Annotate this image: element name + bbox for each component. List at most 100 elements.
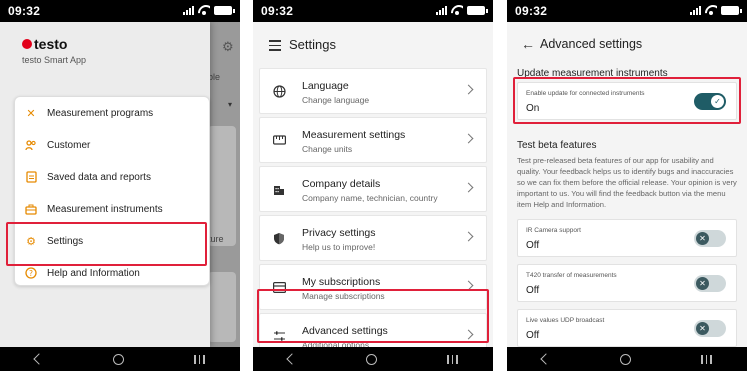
- settings-item-subscriptions[interactable]: My subscriptions Manage subscriptions: [259, 264, 487, 310]
- app-header: ← Advanced settings: [507, 22, 747, 68]
- toggle-label: IR Camera support: [526, 227, 581, 234]
- customer-icon: [25, 139, 37, 151]
- menu-item-label: Saved data and reports: [47, 171, 151, 183]
- settings-item-subtitle: Change language: [302, 95, 370, 105]
- toggle-value: Off: [526, 285, 540, 296]
- arrow-left-icon[interactable]: ←: [521, 36, 535, 52]
- menu-icon[interactable]: [269, 40, 281, 54]
- settings-item-subtitle: Change units: [302, 144, 353, 154]
- close-icon: ✕: [696, 232, 709, 245]
- subscription-icon: [272, 280, 286, 294]
- update-instruments-toggle[interactable]: ✓: [694, 93, 726, 110]
- system-icons: [690, 5, 742, 15]
- udp-broadcast-toggle[interactable]: ✕: [694, 320, 726, 337]
- dropdown-icon: ▾: [228, 100, 233, 109]
- toggle-label: Enable update for connected instruments: [526, 90, 645, 97]
- toolbox-icon: [25, 203, 37, 215]
- page-title: Advanced settings: [540, 37, 643, 51]
- battery-icon: [467, 6, 488, 15]
- signal-icon: [183, 5, 194, 15]
- update-instruments-card: Enable update for connected instruments …: [517, 82, 737, 120]
- back-icon[interactable]: [33, 353, 45, 365]
- phone-screen-settings: 09:32 Settings Language Change language …: [253, 0, 493, 371]
- close-icon: ✕: [696, 277, 709, 290]
- status-time: 09:32: [8, 4, 41, 18]
- background-card: [208, 272, 236, 342]
- menu-item-customer[interactable]: Customer: [15, 129, 209, 161]
- ruler-icon: [272, 133, 286, 147]
- drawer-header: testo testo Smart App: [0, 22, 210, 84]
- home-icon[interactable]: [620, 353, 632, 365]
- close-icon: ✕: [696, 322, 709, 335]
- menu-item-saved-data[interactable]: Saved data and reports: [15, 161, 209, 193]
- navigation-drawer: testo testo Smart App ✕ Measurement prog…: [0, 22, 210, 347]
- gear-icon[interactable]: ⚙: [222, 39, 234, 55]
- status-bar: 09:32: [253, 0, 493, 22]
- chevron-right-icon: [463, 280, 474, 291]
- building-icon: [272, 182, 286, 196]
- menu-item-label: Measurement programs: [47, 107, 154, 119]
- menu-item-help[interactable]: ? Help and Information: [15, 257, 209, 289]
- t420-transfer-toggle[interactable]: ✕: [694, 275, 726, 292]
- beta-feature-card: Live values UDP broadcast Off ✕: [517, 309, 737, 347]
- status-bar: 09:32: [507, 0, 747, 22]
- menu-item-label: Help and Information: [47, 267, 140, 279]
- svg-text:?: ?: [29, 269, 33, 278]
- settings-item-company[interactable]: Company details Company name, technician…: [259, 166, 487, 212]
- battery-icon: [214, 6, 235, 15]
- recents-icon[interactable]: [194, 354, 205, 364]
- drawer-menu: ✕ Measurement programs Customer Saved da…: [14, 96, 210, 286]
- beta-feature-card: IR Camera support Off ✕: [517, 219, 737, 257]
- toggle-value: On: [526, 103, 540, 114]
- settings-item-title: Advanced settings: [302, 325, 388, 337]
- section-title-update: Update measurement instruments: [517, 68, 668, 79]
- settings-item-title: Company details: [302, 178, 381, 190]
- recents-icon[interactable]: [447, 354, 458, 364]
- settings-item-measurement[interactable]: Measurement settings Change units: [259, 117, 487, 163]
- chevron-right-icon: [463, 182, 474, 193]
- phone-screen-advanced-settings: 09:32 ← Advanced settings Update measure…: [507, 0, 747, 371]
- system-icons: [436, 5, 488, 15]
- settings-list: Language Change language Measurement set…: [259, 68, 487, 362]
- settings-item-privacy[interactable]: Privacy settings Help us to improve!: [259, 215, 487, 261]
- ir-camera-toggle[interactable]: ✕: [694, 230, 726, 247]
- toggle-label: T420 transfer of measurements: [526, 272, 617, 279]
- android-nav-bar: [253, 347, 493, 371]
- toggle-value: Off: [526, 240, 540, 251]
- back-icon[interactable]: [540, 353, 552, 365]
- wifi-icon: [198, 5, 210, 15]
- signal-icon: [690, 5, 701, 15]
- chevron-right-icon: [463, 84, 474, 95]
- settings-item-title: Privacy settings: [302, 227, 376, 239]
- battery-icon: [721, 6, 742, 15]
- menu-item-label: Customer: [47, 139, 91, 151]
- testo-logo: testo: [22, 36, 67, 52]
- menu-item-measurement-instruments[interactable]: Measurement instruments: [15, 193, 209, 225]
- globe-icon: [272, 84, 286, 98]
- settings-item-subtitle: Company name, technician, country: [302, 193, 438, 203]
- recents-icon[interactable]: [701, 354, 712, 364]
- chevron-right-icon: [463, 329, 474, 340]
- advanced-settings-content: Update measurement instruments Enable up…: [507, 68, 747, 347]
- gear-icon: ⚙: [26, 235, 36, 248]
- back-icon[interactable]: [286, 353, 298, 365]
- home-icon[interactable]: [113, 353, 125, 365]
- settings-item-language[interactable]: Language Change language: [259, 68, 487, 114]
- app-header: Settings: [253, 22, 493, 68]
- document-icon: [25, 171, 37, 183]
- menu-item-settings[interactable]: ⚙ Settings: [15, 225, 209, 257]
- menu-item-label: Measurement instruments: [47, 203, 163, 215]
- menu-item-measurement-programs[interactable]: ✕ Measurement programs: [15, 97, 209, 129]
- status-bar: 09:32: [0, 0, 240, 22]
- home-icon[interactable]: [366, 353, 378, 365]
- settings-item-title: Language: [302, 80, 349, 92]
- app-name: testo Smart App: [22, 55, 87, 65]
- help-icon: ?: [25, 267, 37, 279]
- android-nav-bar: [0, 347, 240, 371]
- settings-item-subtitle: Help us to improve!: [302, 242, 376, 252]
- check-icon: ✓: [711, 95, 724, 108]
- tools-icon: ✕: [26, 107, 36, 120]
- background-card: [208, 126, 236, 246]
- wifi-icon: [705, 5, 717, 15]
- menu-item-label: Settings: [47, 235, 84, 247]
